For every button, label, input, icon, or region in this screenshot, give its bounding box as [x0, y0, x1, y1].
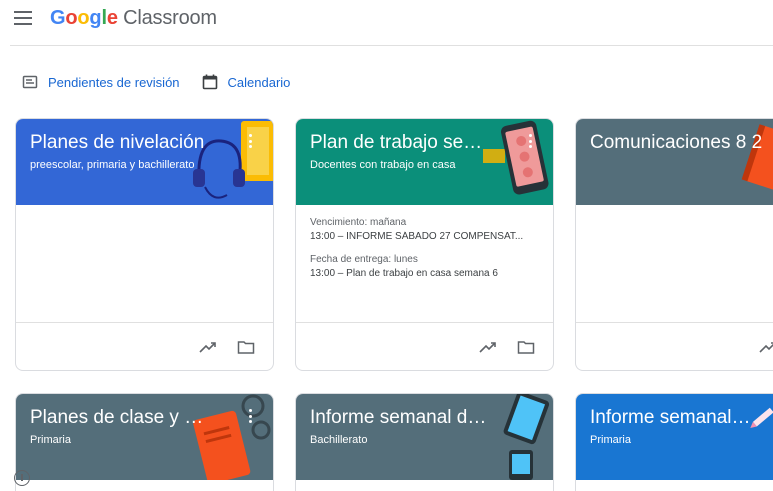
logo-letter: G	[50, 7, 66, 29]
class-card[interactable]: Planes de clase y diar... Primaria	[15, 393, 274, 491]
class-card[interactable]: Informe semanal de ... Bachillerato	[295, 393, 554, 491]
assignment-link[interactable]: 13:00 – INFORME SÁBADO 27 COMPENSAT...	[310, 231, 539, 242]
info-icon[interactable]	[14, 470, 30, 486]
class-card-banner[interactable]: Informe semanal de ... Bachillerato	[296, 394, 553, 480]
more-options-icon[interactable]	[249, 134, 253, 148]
due-label: Vencimiento: mañana	[310, 217, 407, 228]
logo-letter: g	[89, 7, 102, 29]
class-title[interactable]: Comunicaciones 8 2	[590, 132, 773, 154]
class-card-footer	[296, 322, 553, 370]
trending-up-icon[interactable]	[479, 339, 497, 355]
class-card[interactable]: Informe semanal de ... Primaria	[575, 393, 773, 491]
class-card-body	[576, 205, 773, 322]
trending-up-icon[interactable]	[759, 339, 773, 355]
assignment-link[interactable]: 13:00 – Plan de trabajo en casa semana 6	[310, 268, 539, 279]
top-app-bar: Google Classroom	[0, 0, 773, 46]
class-title[interactable]: Plan de trabajo sema...	[310, 132, 493, 154]
logo-letter: e	[106, 7, 118, 29]
calendar-link[interactable]: Calendario	[202, 74, 291, 90]
class-card-banner[interactable]: Plan de trabajo sema... Docentes con tra…	[296, 119, 553, 205]
class-title[interactable]: Informe semanal de ...	[310, 407, 493, 429]
logo-letter: o	[65, 7, 78, 29]
class-card-body	[16, 205, 273, 322]
class-card-footer	[16, 322, 273, 370]
class-card-banner[interactable]: Informe semanal de ... Primaria	[576, 394, 773, 480]
folder-icon[interactable]	[237, 339, 255, 355]
hamburger-menu-icon[interactable]	[14, 11, 32, 25]
class-card[interactable]: Planes de nivelación preescolar, primari…	[15, 118, 274, 371]
review-list-icon	[22, 75, 38, 89]
product-name: Classroom	[123, 7, 217, 29]
logo-letter: o	[77, 7, 90, 29]
class-card-banner[interactable]: Planes de clase y diar... Primaria	[16, 394, 273, 480]
class-section: Primaria	[30, 434, 71, 446]
trending-up-icon[interactable]	[199, 339, 217, 355]
class-card-body: Vencimiento: mañana 13:00 – INFORME SÁBA…	[296, 205, 553, 322]
class-title[interactable]: Planes de nivelación	[30, 132, 213, 154]
google-classroom-logo[interactable]: Google Classroom	[50, 7, 217, 30]
more-options-icon[interactable]	[249, 409, 253, 423]
calendar-label: Calendario	[227, 74, 291, 90]
class-card-footer	[576, 322, 773, 370]
class-card[interactable]: Plan de trabajo sema... Docentes con tra…	[295, 118, 554, 371]
header-divider	[10, 45, 773, 46]
class-title[interactable]: Planes de clase y diar...	[30, 407, 213, 429]
quick-links: Pendientes de revisión Calendario	[22, 72, 312, 92]
class-card-banner[interactable]: Planes de nivelación preescolar, primari…	[16, 119, 273, 205]
more-options-icon[interactable]	[529, 134, 533, 148]
tablet-illustration	[503, 394, 550, 480]
class-card[interactable]: Comunicaciones 8 2	[575, 118, 773, 371]
class-card-banner[interactable]: Comunicaciones 8 2	[576, 119, 773, 205]
calendar-icon	[202, 74, 217, 90]
to-review-link[interactable]: Pendientes de revisión	[22, 74, 180, 90]
class-title[interactable]: Informe semanal de ...	[590, 407, 753, 429]
class-section: Docentes con trabajo en casa	[310, 159, 456, 171]
class-section: preescolar, primaria y bachillerato	[30, 159, 195, 171]
due-label: Fecha de entrega: lunes	[310, 254, 418, 265]
class-section: Bachillerato	[310, 434, 368, 446]
to-review-label: Pendientes de revisión	[48, 74, 180, 90]
folder-icon[interactable]	[517, 339, 535, 355]
class-section: Primaria	[590, 434, 631, 446]
